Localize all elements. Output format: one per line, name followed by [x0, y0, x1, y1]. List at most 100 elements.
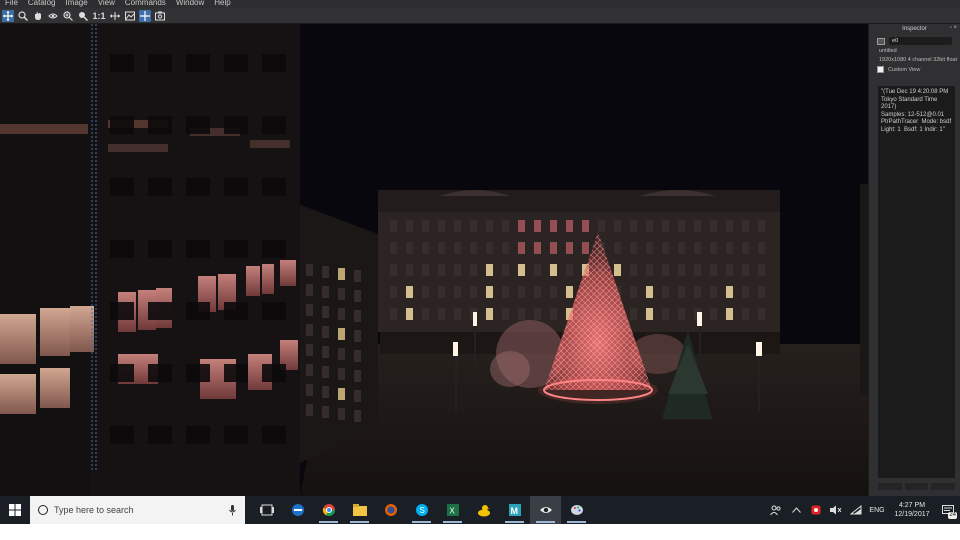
inspector-button-3[interactable]	[931, 483, 956, 490]
inspector-button-1[interactable]	[878, 483, 902, 490]
building-window	[710, 242, 717, 254]
tray-app-icon[interactable]	[806, 496, 826, 524]
building-window	[758, 220, 765, 232]
wifi-icon[interactable]	[846, 496, 866, 524]
building-window	[186, 116, 210, 134]
rotate-icon[interactable]	[47, 10, 59, 22]
building-window	[726, 308, 733, 320]
m-app-icon[interactable]: M	[499, 496, 530, 524]
building-window	[250, 140, 290, 148]
snapshot-icon[interactable]	[154, 10, 166, 22]
building-window	[534, 286, 541, 298]
building-window	[354, 290, 361, 302]
building-window	[678, 264, 685, 276]
render-viewport[interactable]	[0, 24, 868, 496]
building-window	[390, 286, 397, 298]
screen-bottom-margin	[0, 524, 960, 540]
render-notes[interactable]: "(Tue Dec 19 4:20:08 PM Tokyo Standard T…	[878, 86, 955, 478]
building-window	[486, 286, 493, 298]
menu-catalog[interactable]: Catalog	[23, 0, 61, 8]
fit-icon[interactable]	[109, 10, 121, 22]
edge-browser-icon[interactable]	[282, 496, 313, 524]
building-window	[322, 406, 329, 418]
menu-view[interactable]: View	[93, 0, 120, 8]
firefox-icon[interactable]	[375, 496, 406, 524]
image-name-field[interactable]: e0	[889, 37, 952, 45]
paint-app-icon[interactable]	[561, 496, 592, 524]
building-window	[710, 286, 717, 298]
zoom-in-icon[interactable]	[62, 10, 74, 22]
crosshair-icon[interactable]	[139, 9, 151, 22]
file-explorer-icon[interactable]	[344, 496, 375, 524]
action-center-icon[interactable]: 24	[936, 496, 960, 524]
building-window	[662, 308, 669, 320]
building-window	[518, 286, 525, 298]
image-info: 1920x1080 4 channel 32bit float	[879, 57, 957, 63]
building-window	[390, 242, 397, 254]
building-window	[470, 286, 477, 298]
building-window	[262, 240, 286, 258]
building-window	[306, 284, 313, 296]
taskbar: Type here to search S X M ENG 4:27 PM 12…	[0, 496, 960, 524]
building-window	[438, 242, 445, 254]
building-window	[646, 264, 653, 276]
image-view-icon[interactable]	[124, 10, 136, 22]
building-window	[662, 242, 669, 254]
svg-text:S: S	[419, 506, 424, 515]
building-window	[354, 390, 361, 402]
toolbar: 1:1	[0, 8, 960, 24]
chevron-up-icon[interactable]	[786, 496, 806, 524]
system-tray: ENG 4:27 PM 12/19/2017 24	[766, 496, 960, 524]
zoom-out-icon[interactable]	[77, 10, 89, 22]
building-window	[422, 242, 429, 254]
windows-logo-icon	[9, 504, 21, 516]
task-view-icon[interactable]	[251, 496, 282, 524]
excel-icon[interactable]: X	[437, 496, 468, 524]
building-window	[70, 306, 94, 352]
microphone-icon[interactable]	[227, 504, 237, 516]
building-window	[186, 240, 210, 258]
move-tool-icon[interactable]	[2, 9, 14, 22]
menu-image[interactable]: Image	[60, 0, 92, 8]
language-indicator[interactable]: ENG	[866, 507, 888, 514]
inspector-button-2[interactable]	[904, 483, 929, 490]
building-window	[186, 426, 210, 444]
start-button[interactable]	[0, 496, 30, 524]
taskbar-search[interactable]: Type here to search	[30, 496, 245, 524]
duck-app-icon[interactable]	[468, 496, 499, 524]
eye-app-icon[interactable]	[530, 496, 561, 524]
custom-view-checkbox[interactable]	[877, 66, 884, 73]
pan-hand-icon[interactable]	[32, 10, 44, 22]
building-window	[438, 220, 445, 232]
chrome-icon[interactable]	[313, 496, 344, 524]
building-window	[678, 308, 685, 320]
menu-window[interactable]: Window	[171, 0, 209, 8]
skype-icon[interactable]: S	[406, 496, 437, 524]
building-window	[262, 178, 286, 196]
cortana-icon	[38, 505, 48, 515]
building-window	[630, 220, 637, 232]
panel-controls-icon[interactable]: ▫ ×	[950, 25, 957, 31]
building-window	[354, 330, 361, 342]
building-window	[338, 268, 345, 280]
building-window	[110, 54, 134, 72]
building-window	[486, 308, 493, 320]
building-window	[758, 308, 765, 320]
clock[interactable]: 4:27 PM 12/19/2017	[888, 501, 936, 519]
building-window	[678, 286, 685, 298]
actual-size-button[interactable]: 1:1	[92, 10, 106, 22]
people-icon[interactable]	[766, 496, 786, 524]
building-window	[598, 220, 605, 232]
render-image	[0, 24, 868, 496]
menu-file[interactable]: File	[0, 0, 23, 8]
building-window	[566, 264, 573, 276]
zoom-icon[interactable]	[17, 10, 29, 22]
building-window	[614, 220, 621, 232]
menu-help[interactable]: Help	[209, 0, 235, 8]
building-window	[148, 54, 172, 72]
menu-commands[interactable]: Commands	[120, 0, 171, 8]
building-window	[678, 242, 685, 254]
clock-time: 4:27 PM	[898, 502, 926, 509]
building-window	[148, 116, 172, 134]
volume-muted-icon[interactable]	[826, 496, 846, 524]
